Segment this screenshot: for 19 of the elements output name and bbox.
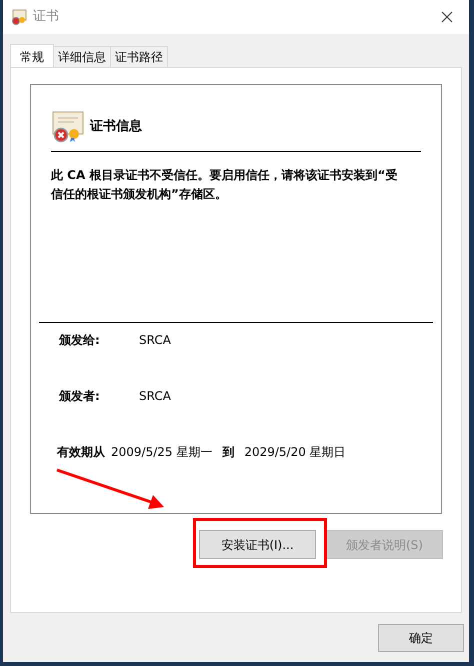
field-label: 到 — [222, 444, 234, 461]
field-label: 颁发给: — [59, 332, 101, 349]
tab[interactable]: 证书路径 — [111, 46, 168, 67]
ok-button[interactable]: 确定 — [378, 624, 464, 652]
close-icon[interactable] — [441, 11, 453, 23]
field-label: 颁发者: — [59, 388, 101, 405]
field-label: 有效期从 — [57, 444, 105, 461]
install-button[interactable]: 安装证书(I)... — [199, 530, 316, 559]
trust-message: 此 CA 根目录证书不受信任。要启用信任，请将该证书安装到“受信任的根证书颁发机构”存储区。 — [51, 167, 398, 203]
field-value: 2009/5/25 星期一 — [111, 444, 212, 461]
window-title: 证书 — [33, 8, 59, 26]
field-value: 2029/5/20 星期日 — [244, 444, 346, 461]
section-heading: 证书信息 — [90, 118, 142, 136]
tab[interactable]: 常规 — [10, 44, 54, 68]
field-value: SRCA — [139, 332, 171, 349]
certificate-error-icon — [52, 111, 84, 143]
certificate-icon — [11, 9, 27, 25]
field-value: SRCA — [139, 388, 171, 405]
tab[interactable]: 详细信息 — [54, 46, 111, 67]
